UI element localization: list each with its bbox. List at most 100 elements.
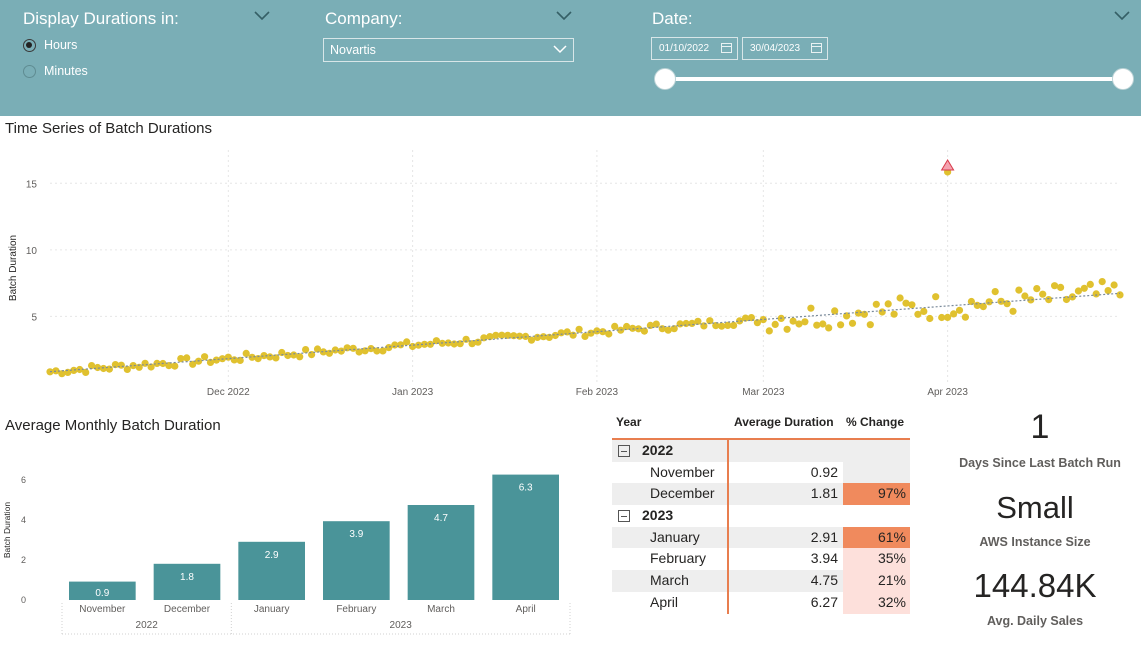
y-axis-title: Batch Duration [2, 502, 12, 558]
monthly-bar-chart: 0 2 4 6 Batch Duration 0.9 November 1.8 December… [2, 474, 571, 635]
collapse-icon[interactable] [618, 510, 630, 523]
end-date-value: 30/04/2023 [750, 43, 801, 54]
data-point [813, 321, 821, 329]
data-point [955, 306, 964, 314]
x-tick-label: Apr 2023 [927, 387, 968, 398]
y-tick-label: 4 [21, 515, 26, 525]
data-point [1098, 278, 1106, 286]
row-month: April [650, 593, 679, 610]
data-point [908, 301, 916, 309]
x-tick-label: January [254, 604, 290, 615]
data-point [866, 321, 874, 329]
kpi-days-value: 1 [1030, 408, 1050, 446]
data-label: 1.8 [180, 572, 194, 583]
x-tick-label: Mar 2023 [742, 387, 785, 398]
data-label: 0.9 [95, 588, 109, 599]
table-row: November 0.92 [612, 461, 910, 484]
year-group-label: 2022 [136, 620, 159, 631]
data-point [991, 288, 999, 296]
chevron-down-icon[interactable] [556, 11, 572, 27]
data-point [837, 321, 845, 329]
data-point [183, 354, 191, 362]
date-slider-start-handle[interactable] [654, 68, 676, 90]
table-row: March 4.75 21% [612, 570, 910, 592]
monthly-chart-title: Average Monthly Batch Duration [5, 417, 221, 434]
data-point [920, 307, 928, 315]
data-point [896, 294, 904, 302]
date-slider-end-handle[interactable] [1112, 68, 1134, 90]
header-year[interactable]: Year [616, 415, 641, 429]
chevron-down-icon[interactable] [1114, 11, 1130, 27]
duration-matrix-table: Year Average Duration % Change 2022 Nove… [612, 410, 910, 614]
data-point [819, 320, 827, 328]
radio-minutes[interactable]: Minutes [23, 64, 88, 78]
data-point [985, 298, 993, 306]
duration-slicer-title: Display Durations in: [23, 9, 179, 28]
data-point [117, 361, 125, 369]
calendar-icon[interactable] [811, 43, 822, 53]
data-point [242, 349, 250, 357]
data-point [652, 320, 660, 328]
row-pct: 61% [843, 526, 910, 549]
date-range-slider-track[interactable] [665, 77, 1123, 81]
row-pct: 97% [843, 483, 910, 506]
row-pct [843, 461, 910, 484]
data-point [783, 325, 791, 333]
radio-button-selected-icon[interactable] [23, 38, 36, 52]
time-series-title: Time Series of Batch Durations [5, 120, 213, 137]
table-row: January 2.91 61% [612, 526, 910, 549]
row-pct: 35% [843, 548, 910, 571]
end-date-input[interactable]: 30/04/2023 [742, 37, 828, 60]
data-point [569, 331, 577, 339]
data-point [171, 362, 179, 370]
x-tick-label: December [164, 604, 211, 615]
kpi-instance-value: Small [996, 490, 1074, 525]
data-point [331, 346, 339, 354]
row-month: February [650, 550, 707, 567]
data-point [141, 359, 149, 367]
radio-button-icon[interactable] [23, 64, 36, 78]
y-tick-label: 0 [21, 595, 26, 605]
row-avg: 4.75 [810, 572, 838, 589]
chevron-down-icon[interactable] [254, 11, 270, 27]
calendar-icon[interactable] [721, 43, 732, 53]
row-month: December [650, 485, 715, 502]
data-point [462, 335, 470, 343]
data-point [1080, 284, 1088, 292]
data-point [765, 327, 773, 335]
data-point [872, 300, 880, 308]
data-point [474, 338, 482, 346]
radio-hours[interactable]: Hours [23, 38, 77, 52]
data-point [1021, 292, 1029, 300]
data-point [884, 300, 892, 308]
row-pct: 32% [843, 591, 910, 614]
data-point [664, 326, 672, 334]
data-point [123, 365, 131, 373]
data-point [848, 319, 857, 327]
table-header-row: Year Average Duration % Change [612, 410, 910, 440]
data-point [1104, 287, 1112, 295]
data-point [961, 313, 970, 321]
year-group-label: 2023 [390, 620, 413, 631]
header-average-duration[interactable]: Average Duration [734, 415, 834, 429]
time-series-chart: Dec 2022 Jan 2023 Feb 2023 Mar 2023 Apr 2023… [8, 150, 1124, 398]
x-tick-label: Jan 2023 [392, 387, 434, 398]
data-point [266, 353, 274, 361]
radio-hours-label: Hours [44, 38, 78, 52]
kpi-days-label: Days Since Last Batch Run [959, 456, 1121, 470]
header-pct-change[interactable]: % Change [846, 415, 904, 429]
row-month: March [650, 572, 689, 589]
data-point [1015, 286, 1023, 294]
y-tick-label: 15 [26, 179, 38, 190]
row-avg: 3.94 [810, 550, 838, 567]
start-date-value: 01/10/2022 [659, 43, 710, 54]
chevron-down-icon[interactable] [553, 43, 567, 57]
table-row: April 6.27 32% [612, 591, 910, 614]
collapse-icon[interactable] [618, 445, 630, 457]
row-avg: 1.81 [810, 485, 838, 502]
data-point [1116, 291, 1124, 299]
company-dropdown[interactable]: Novartis [323, 38, 574, 62]
start-date-input[interactable]: 01/10/2022 [651, 37, 738, 60]
table-group-row: 2023 [612, 505, 910, 527]
data-point [296, 353, 304, 361]
